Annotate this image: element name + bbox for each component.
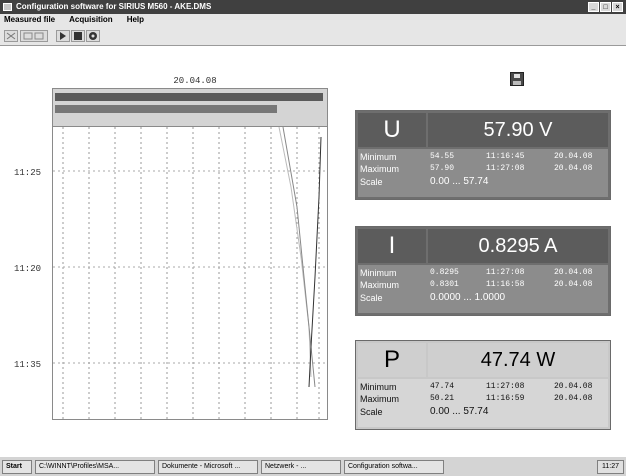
scale-range: 0.00 ... 57.74	[430, 176, 489, 187]
scale-row: Scale 0.0000 ... 1.0000	[358, 292, 608, 304]
panel-stats: Minimum 54.55 11:16:45 20.04.08 Maximum …	[358, 149, 608, 197]
minimum-date: 20.04.08	[554, 268, 593, 277]
chart-gridlines	[62, 127, 320, 419]
menu-help[interactable]: Help	[127, 14, 144, 26]
copy-paste-icon[interactable]	[20, 30, 48, 42]
trend-chart[interactable]	[52, 88, 328, 420]
minimum-date: 20.04.08	[554, 382, 593, 391]
maximum-row: Maximum 50.21 11:16:59 20.04.08	[358, 393, 608, 405]
taskbar-item[interactable]: Netzwerk - ...	[261, 459, 341, 474]
minimum-row: Minimum 54.55 11:16:45 20.04.08	[358, 151, 608, 163]
minimum-value: 54.55	[430, 152, 455, 161]
maximum-label: Maximum	[360, 164, 400, 174]
panel-value: 57.90 V	[428, 113, 608, 147]
maximum-time: 11:16:58	[486, 280, 525, 289]
maximum-value: 50.21	[430, 394, 455, 403]
maximum-value: 0.8301	[430, 280, 459, 289]
panel-stats: Minimum 47.74 11:27:08 20.04.08 Maximum …	[358, 379, 608, 427]
title-bar: Configuration software for SIRIUS M560 -…	[0, 0, 626, 14]
measurement-panel-i: I 0.8295 A Minimum 0.8295 11:27:08 20.04…	[355, 226, 611, 316]
minimum-time: 11:27:08	[486, 268, 525, 277]
app-icon	[3, 3, 12, 11]
chart-plot-area	[53, 127, 327, 419]
chart-traces	[278, 127, 322, 388]
maximum-date: 20.04.08	[554, 280, 593, 289]
panel-value: 47.74 W	[428, 343, 608, 377]
workspace: 20.04.08 11:25 11:20 11:35 U 57.90 V Min…	[0, 46, 626, 456]
minimum-row: Minimum 0.8295 11:27:08 20.04.08	[358, 267, 608, 279]
scale-label: Scale	[360, 293, 383, 303]
menu-measured-file[interactable]: Measured file	[4, 14, 55, 26]
trace-u	[278, 127, 312, 378]
minimum-time: 11:27:08	[486, 382, 525, 391]
scale-label: Scale	[360, 407, 383, 417]
panel-value: 0.8295 A	[428, 229, 608, 263]
chart-time-gridlines	[53, 170, 327, 364]
start-button[interactable]: Start	[2, 459, 32, 474]
taskbar-item[interactable]: C:\WINNT\Profiles\MSA...	[35, 459, 155, 474]
time-label: 11:35	[14, 360, 42, 370]
maximum-date: 20.04.08	[554, 394, 593, 403]
measurement-panel-u: U 57.90 V Minimum 54.55 11:16:45 20.04.0…	[355, 110, 611, 200]
minimum-label: Minimum	[360, 268, 397, 278]
minimize-button[interactable]: _	[588, 2, 599, 12]
window-title: Configuration software for SIRIUS M560 -…	[16, 2, 212, 11]
settings-icon[interactable]	[86, 30, 100, 42]
taskbar-item[interactable]: Configuration softwa...	[344, 459, 444, 474]
maximum-row: Maximum 0.8301 11:16:58 20.04.08	[358, 279, 608, 291]
maximum-value: 57.90	[430, 164, 455, 173]
panel-stats: Minimum 0.8295 11:27:08 20.04.08 Maximum…	[358, 265, 608, 313]
chart-header	[53, 89, 327, 127]
window-controls: _ □ ×	[588, 2, 623, 12]
toolbar	[0, 26, 626, 46]
measurement-panel-p: P 47.74 W Minimum 47.74 11:27:08 20.04.0…	[355, 340, 611, 430]
scale-range: 0.00 ... 57.74	[430, 406, 489, 417]
menu-acquisition[interactable]: Acquisition	[69, 14, 113, 26]
minimum-value: 0.8295	[430, 268, 459, 277]
save-icon[interactable]	[510, 72, 524, 86]
panel-symbol: I	[358, 229, 426, 263]
time-label: 11:20	[14, 264, 42, 274]
maximum-row: Maximum 57.90 11:27:08 20.04.08	[358, 163, 608, 175]
minimum-label: Minimum	[360, 382, 397, 392]
maximum-label: Maximum	[360, 280, 400, 290]
scale-label: Scale	[360, 177, 383, 187]
taskbar: Start C:\WINNT\Profiles\MSA... Dokumente…	[0, 456, 626, 476]
minimum-row: Minimum 47.74 11:27:08 20.04.08	[358, 381, 608, 393]
maximum-date: 20.04.08	[554, 164, 593, 173]
close-button[interactable]: ×	[612, 2, 623, 12]
minimum-date: 20.04.08	[554, 152, 593, 161]
taskbar-item[interactable]: Dokumente - Microsoft ...	[158, 459, 258, 474]
scale-row: Scale 0.00 ... 57.74	[358, 406, 608, 418]
maximum-time: 11:16:59	[486, 394, 525, 403]
system-tray-clock[interactable]: 11:27	[597, 460, 624, 474]
chart-header-bar	[55, 105, 277, 113]
scale-range: 0.0000 ... 1.0000	[430, 292, 506, 303]
maximize-button[interactable]: □	[600, 2, 611, 12]
chart-date: 20.04.08	[173, 76, 217, 86]
panel-symbol: U	[358, 113, 426, 147]
minimum-label: Minimum	[360, 152, 397, 162]
menu-bar: Measured file Acquisition Help	[0, 14, 626, 26]
minimum-value: 47.74	[430, 382, 455, 391]
stop-icon[interactable]	[71, 30, 85, 42]
maximum-time: 11:27:08	[486, 164, 525, 173]
cut-icon[interactable]	[4, 30, 18, 42]
maximum-label: Maximum	[360, 394, 400, 404]
play-icon[interactable]	[56, 30, 70, 42]
scale-row: Scale 0.00 ... 57.74	[358, 176, 608, 188]
minimum-time: 11:16:45	[486, 152, 525, 161]
time-label: 11:25	[14, 168, 42, 178]
panel-symbol: P	[358, 343, 426, 377]
chart-header-bar	[55, 93, 323, 101]
